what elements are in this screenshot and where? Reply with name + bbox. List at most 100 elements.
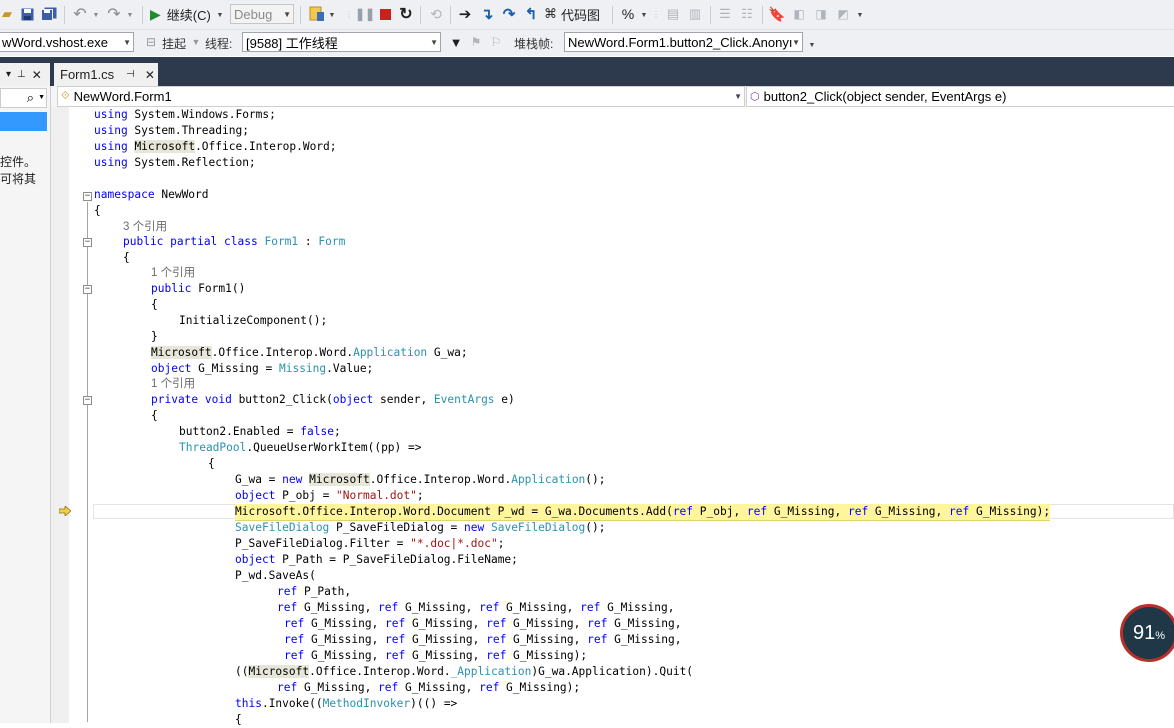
- step-into-icon[interactable]: ↴: [478, 5, 496, 23]
- code-map-icon: ⌘: [544, 6, 557, 21]
- step-out-icon[interactable]: ↰: [522, 5, 540, 23]
- tool-window-tab[interactable]: ▾ ⊥ ✕: [0, 63, 50, 86]
- exceptions-icon[interactable]: %: [618, 5, 638, 23]
- debug-location-toolbar: wWord.vshost.exe ▼ ⊟ 挂起 ▼ 线程: [9588] 工作线…: [0, 30, 1174, 56]
- close-icon[interactable]: ✕: [145, 68, 155, 82]
- left-tool-panel: ⌕ ▼ 控件。 可将其: [0, 86, 51, 723]
- close-icon[interactable]: ✕: [32, 68, 42, 82]
- code-map-label: 代码图: [561, 7, 601, 23]
- code-map-button[interactable]: ⌘ 代码图: [544, 5, 600, 23]
- toggle-flag-icon[interactable]: ⚐: [488, 34, 504, 50]
- collapse-icon[interactable]: −: [83, 238, 92, 247]
- method-icon: ⬡: [750, 91, 760, 103]
- instruction-pointer-arrow-icon[interactable]: [59, 506, 71, 516]
- clear-bookmarks-icon[interactable]: ◩: [834, 5, 852, 23]
- document-well: [0, 57, 1174, 86]
- solution-config-select[interactable]: Debug ▼: [230, 4, 294, 24]
- undo-dropdown-icon[interactable]: ▼: [92, 10, 100, 20]
- standard-toolbar: ▰ ↶ ▼ ↷ ▼ ▶ 继续(C) ▼ Debug ▼ ▼ ⋮ ❚❚ ↻ ⟲ ➔…: [0, 0, 1174, 30]
- search-icon[interactable]: ⌕: [27, 90, 34, 106]
- toolbar-separator: [142, 6, 143, 24]
- breakpoint-margin[interactable]: [51, 107, 69, 723]
- find-in-files-icon[interactable]: [308, 5, 326, 23]
- grip-icon: ⋮: [652, 9, 660, 19]
- align-lefts-icon[interactable]: ▤: [664, 5, 682, 23]
- collapse-icon[interactable]: −: [83, 285, 92, 294]
- badge-unit: %: [1155, 630, 1166, 642]
- stop-debugging-icon[interactable]: [376, 5, 394, 23]
- save-all-icon[interactable]: [40, 6, 58, 22]
- tab-label: Form1.cs: [60, 67, 115, 82]
- panel-search-input[interactable]: ⌕ ▼: [0, 88, 47, 108]
- selected-list-item[interactable]: [0, 112, 47, 131]
- thread-value: [9588] 工作线程: [246, 35, 338, 51]
- redo-dropdown-icon[interactable]: ▼: [126, 10, 134, 20]
- comment-lines-icon[interactable]: ☰: [716, 5, 734, 23]
- find-dropdown-icon[interactable]: ▼: [328, 10, 336, 20]
- performance-badge[interactable]: 91%: [1120, 604, 1174, 662]
- toolbar-overflow-icon[interactable]: ▼: [856, 10, 864, 20]
- toolbar-separator: [300, 6, 301, 24]
- chevron-down-icon: ▼: [283, 10, 291, 19]
- chevron-down-icon: ▼: [123, 38, 131, 47]
- thread-select[interactable]: [9588] 工作线程 ▼: [242, 32, 441, 52]
- next-bookmark-icon[interactable]: ◨: [812, 5, 830, 23]
- toolbar-separator: [450, 6, 451, 24]
- tab-form1-cs[interactable]: Form1.cs ⊣ ✕: [54, 63, 158, 86]
- class-value: NewWord.Form1: [73, 89, 172, 104]
- redo-icon[interactable]: ↷: [104, 5, 124, 23]
- chevron-down-icon: ▼: [792, 38, 800, 47]
- chevron-down-icon: ▼: [734, 92, 742, 101]
- thread-label: 线程:: [205, 37, 233, 51]
- class-select[interactable]: ⟐ NewWord.Form1 ▼: [57, 86, 745, 107]
- badge-value: 91: [1132, 621, 1156, 644]
- apply-code-changes-icon[interactable]: ⟲: [426, 5, 446, 23]
- solution-config-value: Debug: [234, 6, 273, 22]
- show-next-statement-icon[interactable]: ➔: [456, 5, 474, 23]
- grip-icon: ⋮: [345, 9, 353, 19]
- toolbar-separator: [762, 6, 763, 24]
- exceptions-dropdown-icon[interactable]: ▼: [640, 10, 648, 20]
- panel-description-line2: 可将其: [0, 172, 37, 186]
- outline-guide: [87, 202, 88, 722]
- panel-description-line1: 控件。: [0, 155, 37, 169]
- continue-button[interactable]: ▶ 继续(C): [150, 5, 211, 23]
- stack-frame-value: NewWord.Form1.button2_Click.Anonyı: [568, 34, 793, 50]
- toolbar-overflow-icon[interactable]: ▼: [808, 40, 816, 50]
- filter-icon[interactable]: ▼: [448, 34, 464, 50]
- suspend-dropdown-icon[interactable]: ▼: [190, 34, 202, 50]
- pin-icon[interactable]: ⊥: [17, 69, 26, 80]
- navigation-bar: ⟐ NewWord.Form1 ▼ ⬡ button2_Click(object…: [51, 86, 1174, 108]
- toolbar-separator: [64, 6, 65, 24]
- undo-icon[interactable]: ↶: [70, 5, 90, 23]
- member-value: button2_Click(object sender, EventArgs e…: [763, 89, 1007, 104]
- open-folder-icon[interactable]: ▰: [0, 6, 14, 22]
- member-select[interactable]: ⬡ button2_Click(object sender, EventArgs…: [746, 86, 1174, 107]
- suspend-label[interactable]: 挂起: [162, 35, 186, 52]
- toolbar-separator: [710, 6, 711, 24]
- stack-frame-select[interactable]: NewWord.Form1.button2_Click.Anonyı ▼: [564, 32, 803, 52]
- toolbar-separator: [612, 6, 613, 24]
- save-icon[interactable]: [20, 6, 34, 22]
- uncomment-lines-icon[interactable]: ☷: [738, 5, 756, 23]
- toggle-flag-icon[interactable]: ⚑: [468, 34, 484, 50]
- pin-icon[interactable]: ▾: [6, 69, 11, 80]
- pin-icon[interactable]: ⊣: [126, 69, 135, 80]
- stack-frame-label: 堆栈帧:: [514, 37, 554, 51]
- code-editor[interactable]: − − − − using System.Windows.Forms; usin…: [51, 107, 1174, 726]
- chevron-down-icon[interactable]: ▼: [38, 94, 45, 101]
- continue-label: 继续(C): [166, 7, 211, 23]
- continue-dropdown-icon[interactable]: ▼: [216, 10, 224, 20]
- collapse-icon[interactable]: −: [83, 192, 92, 201]
- process-value: wWord.vshost.exe: [2, 34, 108, 50]
- break-all-icon[interactable]: ❚❚: [355, 5, 375, 23]
- bookmark-icon[interactable]: 🔖: [768, 5, 786, 23]
- restart-icon[interactable]: ↻: [396, 5, 416, 23]
- previous-bookmark-icon[interactable]: ◧: [790, 5, 808, 23]
- collapse-icon[interactable]: −: [83, 396, 92, 405]
- process-select[interactable]: wWord.vshost.exe ▼: [0, 32, 134, 52]
- align-centers-icon[interactable]: ▥: [686, 5, 704, 23]
- suspend-icon[interactable]: ⊟: [144, 34, 158, 50]
- chevron-down-icon: ▼: [430, 38, 438, 47]
- step-over-icon[interactable]: ↷: [500, 5, 518, 23]
